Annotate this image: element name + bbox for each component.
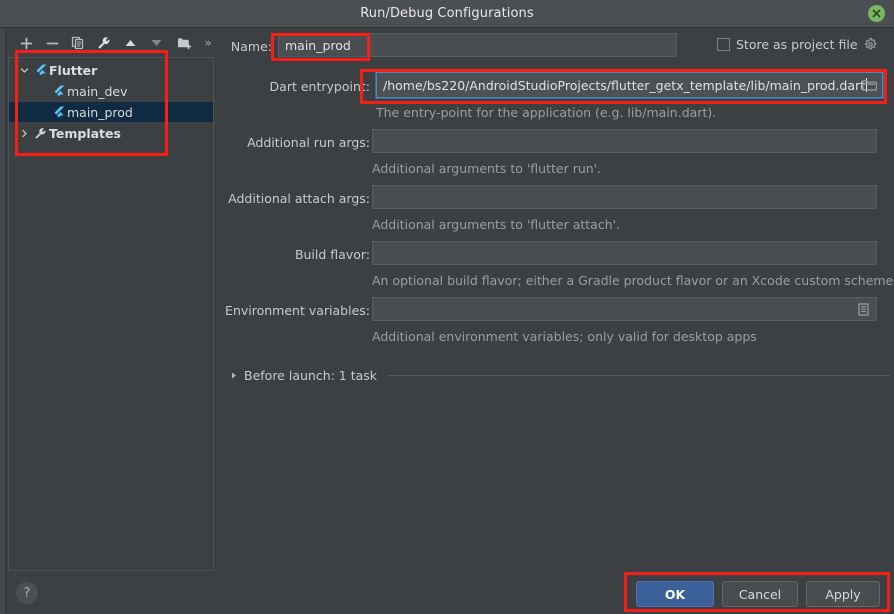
dart-entrypoint-hint: The entry-point for the application (e.g… [376,105,717,120]
help-button[interactable]: ? [16,582,38,604]
chevron-right-icon[interactable] [230,371,238,380]
tree-item-flutter[interactable]: Flutter [9,60,213,80]
tree-item-templates[interactable]: Templates [9,123,213,143]
tree-item-label: Flutter [49,62,98,78]
chevron-right-icon[interactable] [17,129,31,138]
before-launch-divider [387,374,890,376]
build-flavor-input[interactable] [372,241,877,265]
remove-icon[interactable] [42,33,62,53]
additional-attach-args-label: Additional attach args: [228,191,370,206]
tree-item-label: main_dev [67,83,128,99]
close-icon[interactable] [868,5,885,22]
store-as-project-file-row[interactable]: Store as project file [717,37,877,52]
run-debug-configurations-dialog: Run/Debug Configurations » Flutter main_… [0,0,894,614]
dart-entrypoint-label: Dart entrypoint: [269,79,370,94]
dart-entrypoint-value: /home/bs220/AndroidStudioProjects/flutte… [383,77,866,93]
new-folder-icon[interactable] [174,33,194,53]
before-launch-section[interactable]: Before launch: 1 task [230,366,890,384]
name-input[interactable]: main_prod [278,33,677,57]
tree-item-main-prod[interactable]: main_prod [9,102,213,122]
additional-run-args-input[interactable] [372,129,877,153]
overflow-chevron-icon[interactable]: » [198,33,218,53]
configuration-form: Name: main_prod Store as project file Da… [222,28,894,614]
tree-item-label: main_prod [67,104,133,120]
flutter-icon [31,63,49,77]
gear-icon[interactable] [864,38,877,51]
dialog-title: Run/Debug Configurations [360,6,534,21]
additional-attach-args-hint: Additional arguments to 'flutter attach'… [372,217,621,232]
edit-templates-icon[interactable] [94,33,114,53]
flutter-icon [49,105,67,119]
move-up-icon[interactable] [120,33,140,53]
add-icon[interactable] [16,33,36,53]
additional-attach-args-input[interactable] [372,185,877,209]
environment-variables-label: Environment variables: [225,303,370,318]
move-down-icon[interactable] [146,33,166,53]
additional-run-args-label: Additional run args: [247,135,370,150]
copy-icon[interactable] [68,33,88,53]
ok-button[interactable]: OK [636,581,714,607]
environment-variables-hint: Additional environment variables; only v… [372,329,757,344]
tree-item-label: Templates [49,125,121,141]
store-as-project-file-label: Store as project file [736,37,858,52]
apply-button[interactable]: Apply [806,581,880,607]
folder-browse-icon[interactable] [859,76,879,94]
cancel-button[interactable]: Cancel [722,581,798,607]
chevron-down-icon[interactable] [17,66,31,75]
environment-variables-input[interactable] [372,297,877,321]
configurations-toolbar: » [8,30,214,56]
configurations-tree[interactable]: Flutter main_dev main_prod Templates [8,57,214,571]
window-edge-strip [0,28,6,614]
dart-entrypoint-input[interactable]: /home/bs220/AndroidStudioProjects/flutte… [375,71,884,99]
build-flavor-label: Build flavor: [294,247,370,262]
flutter-icon [49,84,67,98]
name-input-value: main_prod [285,37,351,53]
list-edit-icon[interactable] [853,300,873,318]
before-launch-label: Before launch: 1 task [244,367,378,383]
tree-item-main-dev[interactable]: main_dev [9,81,213,101]
additional-run-args-hint: Additional arguments to 'flutter run'. [372,161,602,176]
wrench-icon [31,127,49,140]
build-flavor-hint: An optional build flavor; either a Gradl… [372,273,894,288]
name-label: Name: [230,39,272,54]
store-as-project-file-checkbox[interactable] [717,38,730,51]
title-bar: Run/Debug Configurations [0,0,894,28]
